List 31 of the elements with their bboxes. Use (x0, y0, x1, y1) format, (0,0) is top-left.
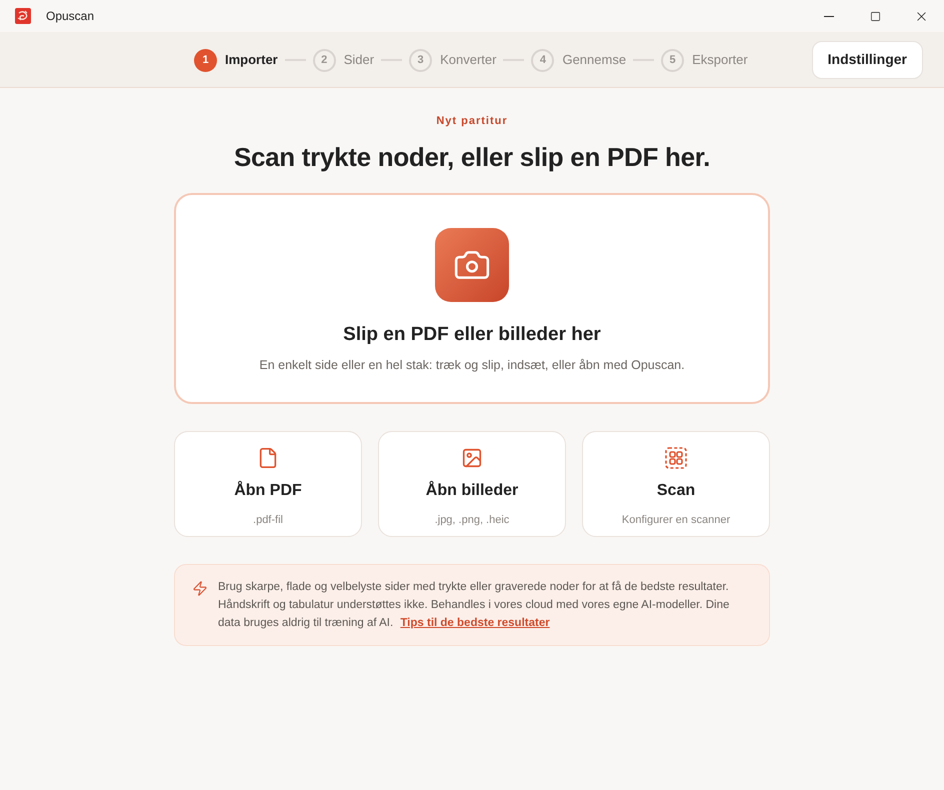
tips-link[interactable]: Tips til de bedste resultater (400, 616, 550, 628)
bolt-icon (192, 580, 208, 596)
file-icon (257, 446, 279, 468)
step-number: 3 (409, 48, 432, 72)
drop-zone-title: Slip en PDF eller billeder her (343, 322, 601, 346)
maximize-icon (870, 10, 880, 22)
notice-text: Brug skarpe, flade og velbelyste sider med trykte eller graverede noder for at få de bedste resultater. Håndskrift og tabulatur understøttes ikke. Behandles i vores cloud med vores egne AI-modeller. Dine data bruges aldrig til træning af AI. Tips til de bedste resultater (218, 580, 730, 630)
step-number: 4 (531, 48, 554, 72)
eyebrow-label: Nyt partitur (436, 114, 508, 129)
settings-button[interactable]: Indstillinger (812, 40, 923, 78)
scan-grid-icon (665, 446, 687, 468)
step-number: 1 (194, 48, 217, 72)
step-tab[interactable]: 1 Importer (194, 48, 278, 72)
image-icon (461, 446, 483, 468)
window-title: Opuscan (46, 8, 94, 25)
option-card[interactable]: Åbn billeder .jpg, .png, .heic (378, 430, 566, 536)
option-title: Åbn billeder (426, 480, 518, 500)
option-subtitle: .pdf-fil (253, 512, 283, 528)
step-number: 5 (661, 48, 684, 72)
option-title: Scan (656, 480, 696, 500)
page-heading: Scan trykte noder, eller slip en PDF her. (234, 140, 710, 174)
app-logo-icon (15, 8, 31, 24)
drop-zone-hint: En enkelt side eller en hel stak: træk og slip, indsæt, eller åbn med Opuscan. (259, 357, 685, 374)
option-subtitle: Konfigurer en scanner (622, 512, 730, 528)
camera-icon (435, 228, 509, 302)
drop-zone[interactable]: Slip en PDF eller billeder her En enkelt side eller en hel stak: træk og slip, indsæt, eller åbn med Opuscan. (174, 192, 770, 404)
option-title: Åbn PDF (234, 480, 302, 500)
step-number: 2 (312, 48, 336, 72)
option-card[interactable]: Scan Konfigurer en scanner (582, 430, 770, 536)
option-subtitle: .jpg, .png, .heic (434, 512, 510, 528)
option-card[interactable]: Åbn PDF .pdf-fil (174, 430, 362, 536)
